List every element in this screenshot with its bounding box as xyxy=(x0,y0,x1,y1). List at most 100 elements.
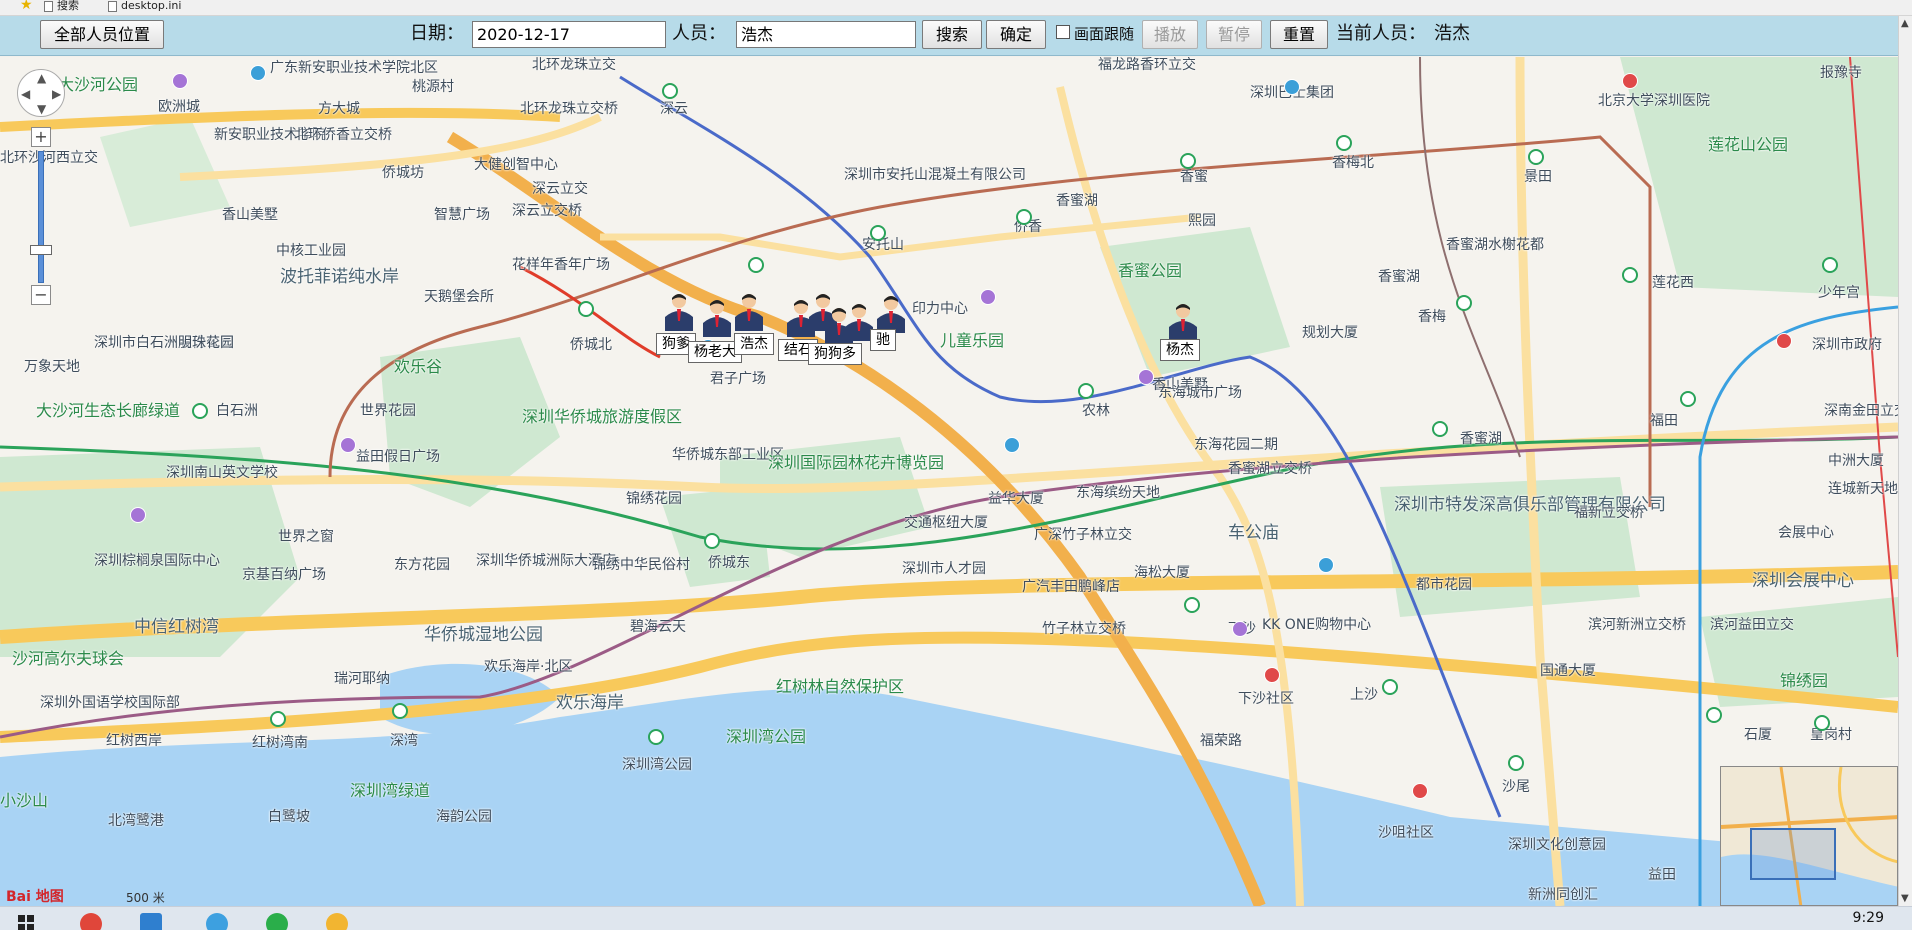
scroll-down-icon[interactable]: ▼ xyxy=(1901,893,1909,904)
poi-marker-icon[interactable] xyxy=(340,437,356,453)
metro-station-icon[interactable] xyxy=(1336,135,1352,151)
map-label: 沙河高尔夫球会 xyxy=(12,649,125,668)
metro-station-icon[interactable] xyxy=(1078,383,1094,399)
metro-station-icon[interactable] xyxy=(1706,707,1722,723)
poi-marker-icon[interactable] xyxy=(980,289,996,305)
person-label[interactable]: 浩杰 xyxy=(734,333,774,355)
person-marker-icon[interactable] xyxy=(662,291,696,331)
map-label: 规划大厦 xyxy=(1302,325,1358,341)
play-button[interactable]: 播放 xyxy=(1142,20,1198,49)
poi-marker-icon[interactable] xyxy=(1232,621,1248,637)
person-marker-icon[interactable] xyxy=(1166,301,1200,341)
date-input[interactable]: 2020-12-17 xyxy=(472,21,666,48)
government-marker-icon[interactable] xyxy=(1776,333,1792,349)
page-scrollbar[interactable]: ▲ ▼ xyxy=(1898,16,1912,906)
metro-station-icon[interactable] xyxy=(1822,257,1838,273)
community-marker-icon[interactable] xyxy=(1264,667,1280,683)
map-label: 欧洲城 xyxy=(158,99,200,115)
taskbar-clock[interactable]: 9:29 xyxy=(1853,910,1884,926)
search-button[interactable]: 搜索 xyxy=(922,20,982,49)
person-label[interactable]: 狗狗多 xyxy=(808,343,862,365)
poi-marker-icon[interactable] xyxy=(130,507,146,523)
metro-station-icon[interactable] xyxy=(1680,391,1696,407)
zoom-slider-thumb[interactable] xyxy=(30,245,52,255)
metro-station-icon[interactable] xyxy=(1814,715,1830,731)
metro-station-icon[interactable] xyxy=(870,225,886,241)
zoom-out-button[interactable]: − xyxy=(31,285,51,305)
overview-minimap[interactable] xyxy=(1720,766,1898,906)
map-label: 深圳华侨城旅游度假区 xyxy=(522,407,683,426)
metro-station-icon[interactable] xyxy=(1508,755,1524,771)
zoom-slider-track[interactable] xyxy=(38,151,44,283)
person-label[interactable]: 杨杰 xyxy=(1160,339,1200,361)
map-label: 深圳会展中心 xyxy=(1752,571,1854,591)
vscode-icon[interactable] xyxy=(140,913,162,930)
metro-station-icon[interactable] xyxy=(1382,679,1398,695)
person-marker-icon[interactable] xyxy=(874,293,908,333)
all-positions-button[interactable]: 全部人员位置 xyxy=(40,20,164,49)
poi-marker-icon[interactable] xyxy=(1318,557,1334,573)
map-label: 锦绣中华民俗村 xyxy=(592,557,690,573)
app-icon[interactable] xyxy=(326,913,348,930)
person-label[interactable]: 驰 xyxy=(870,329,896,351)
map-label: 方大城 xyxy=(318,101,360,117)
current-person-label: 当前人员： xyxy=(1336,23,1426,44)
favorites-star-icon[interactable]: ★ xyxy=(20,0,33,13)
map-label: 侨城东 xyxy=(708,555,750,571)
pan-left-icon[interactable]: ◀ xyxy=(21,88,30,100)
poi-marker-icon[interactable] xyxy=(1004,437,1020,453)
metro-station-icon[interactable] xyxy=(1432,421,1448,437)
poi-marker-icon[interactable] xyxy=(172,73,188,89)
map-label: 桃源村 xyxy=(412,79,454,95)
metro-station-icon[interactable] xyxy=(1184,597,1200,613)
metro-station-icon[interactable] xyxy=(1622,267,1638,283)
map-label: 深圳国际园林花卉博览园 xyxy=(768,453,945,472)
metro-station-icon[interactable] xyxy=(1016,209,1032,225)
metro-station-icon[interactable] xyxy=(1180,153,1196,169)
metro-station-icon[interactable] xyxy=(704,533,720,549)
zoom-in-button[interactable]: + xyxy=(31,127,51,147)
metro-station-icon[interactable] xyxy=(648,729,664,745)
confirm-button[interactable]: 确定 xyxy=(986,20,1046,49)
pan-down-icon[interactable]: ▼ xyxy=(37,103,46,115)
wechat-icon[interactable] xyxy=(266,913,288,930)
map-label: 侨城北 xyxy=(570,337,612,353)
reset-button[interactable]: 重置 xyxy=(1270,20,1328,49)
metro-station-icon[interactable] xyxy=(748,257,764,273)
map-canvas[interactable]: 大沙河公园 欧洲城 广东新安职业技术学院北区 桃源村 北环龙珠立交 方大城 北环… xyxy=(0,57,1898,906)
bookmark-search[interactable]: 搜索 xyxy=(44,0,79,12)
chrome-icon[interactable] xyxy=(80,913,102,930)
map-label: 君子广场 xyxy=(710,371,766,387)
pan-right-icon[interactable]: ▶ xyxy=(52,88,61,100)
poi-marker-icon[interactable] xyxy=(250,65,266,81)
map-label: 广汽丰田鹏峰店 xyxy=(1022,579,1120,595)
metro-station-icon[interactable] xyxy=(662,83,678,99)
map-base-layer xyxy=(0,57,1898,906)
hospital-icon[interactable] xyxy=(1622,73,1638,89)
bookmark-desktop-ini[interactable]: desktop.ini xyxy=(108,0,181,12)
poi-marker-icon[interactable] xyxy=(1284,79,1300,95)
pause-button[interactable]: 暂停 xyxy=(1206,20,1262,49)
map-label: 石厦 xyxy=(1744,727,1772,743)
person-input[interactable]: 浩杰 xyxy=(736,21,916,48)
metro-station-icon[interactable] xyxy=(270,711,286,727)
map-label: 香蜜湖 xyxy=(1460,431,1502,447)
person-marker-icon[interactable] xyxy=(732,291,766,331)
metro-station-icon[interactable] xyxy=(1456,295,1472,311)
windows-start-icon[interactable] xyxy=(18,915,34,930)
scroll-up-icon[interactable]: ▲ xyxy=(1901,18,1909,29)
map-label: 花样年香年广场 xyxy=(512,257,610,273)
map-label: 滨河新洲立交桥 xyxy=(1588,617,1686,633)
poi-marker-icon[interactable] xyxy=(1138,369,1154,385)
follow-checkbox[interactable] xyxy=(1056,25,1070,39)
metro-station-icon[interactable] xyxy=(192,403,208,419)
map-zoom-control[interactable]: + − xyxy=(27,127,55,307)
person-marker-icon[interactable] xyxy=(700,297,734,337)
metro-station-icon[interactable] xyxy=(1528,149,1544,165)
metro-station-icon[interactable] xyxy=(578,301,594,317)
ie-icon[interactable] xyxy=(206,913,228,930)
metro-station-icon[interactable] xyxy=(392,703,408,719)
map-pan-control[interactable]: ▲ ▼ ◀ ▶ xyxy=(17,69,65,117)
pan-up-icon[interactable]: ▲ xyxy=(37,72,46,84)
community-marker-icon[interactable] xyxy=(1412,783,1428,799)
